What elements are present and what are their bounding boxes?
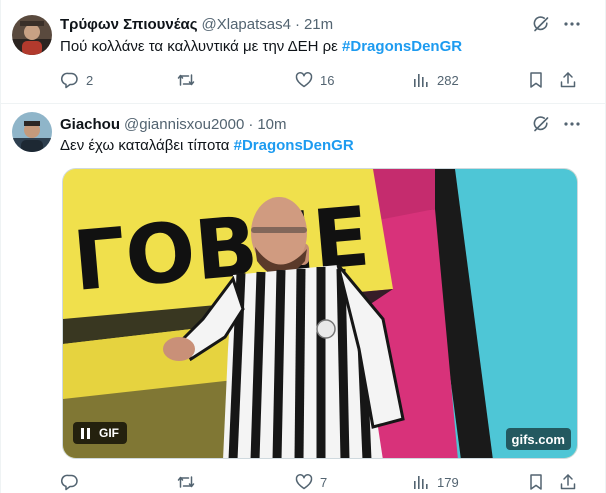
views-button[interactable]: 179 (411, 472, 459, 492)
avatar-image (12, 112, 52, 152)
share-icon (560, 72, 576, 88)
bookmark-button[interactable] (526, 472, 546, 492)
views-icon (414, 476, 428, 489)
repost-icon (177, 476, 195, 488)
views-button[interactable]: 282 (411, 70, 459, 90)
reply-button[interactable] (60, 472, 86, 492)
bookmark-icon (530, 72, 542, 88)
repost-button[interactable] (176, 472, 202, 492)
hashtag-link[interactable]: #DragonsDenGR (342, 38, 462, 55)
separator-dot: · (248, 115, 254, 133)
like-button[interactable]: 7 (294, 472, 327, 492)
separator-dot: · (294, 15, 300, 33)
gif-badge[interactable]: GIF (73, 422, 127, 444)
timestamp[interactable]: 21m (304, 16, 333, 33)
tweet[interactable]: Giachou @giannisxou2000 · 10m Δεν έχω κα… (0, 104, 606, 493)
avatar[interactable] (12, 15, 52, 55)
more-icon[interactable] (562, 114, 582, 134)
like-icon (295, 474, 313, 490)
author-handle[interactable]: @Xlapatsas4 (202, 16, 291, 33)
tweet-actions: 2 16 282 (60, 70, 580, 90)
tweet-header: Giachou @giannisxou2000 · 10m (60, 114, 287, 134)
gif-source-watermark: gifs.com (505, 428, 571, 450)
hashtag-link[interactable]: #DragonsDenGR (234, 137, 354, 154)
views-icon (414, 74, 428, 87)
view-count: 179 (437, 474, 459, 490)
author-name[interactable]: Giachou (60, 116, 120, 133)
reply-button[interactable]: 2 (60, 70, 93, 90)
like-count: 7 (320, 474, 328, 490)
bookmark-button[interactable] (526, 70, 546, 90)
share-icon (560, 474, 576, 490)
timestamp[interactable]: 10m (257, 116, 286, 133)
tweet-text-body: Πού κολλάνε τα καλλυντικά με την ΔΕΗ ρε (60, 38, 343, 55)
reply-count: 2 (86, 72, 94, 88)
tweet-text: Πού κολλάνε τα καλλυντικά με την ΔΕΗ ρε … (60, 37, 462, 57)
gif-label: GIF (99, 426, 119, 440)
share-button[interactable] (558, 70, 578, 90)
grok-icon[interactable] (531, 114, 551, 134)
like-icon (295, 72, 313, 88)
like-count: 16 (320, 72, 335, 88)
repost-button[interactable] (176, 70, 202, 90)
pause-icon[interactable] (79, 427, 91, 439)
avatar[interactable] (12, 112, 52, 152)
tweet-text-body: Δεν έχω καταλάβει τίποτα (60, 137, 234, 154)
tweet-text: Δεν έχω καταλάβει τίποτα #DragonsDenGR (60, 136, 354, 156)
tweet-actions: 7 179 (60, 472, 580, 492)
author-handle[interactable]: @giannisxou2000 (124, 116, 244, 133)
repost-icon (177, 74, 195, 86)
share-button[interactable] (558, 472, 578, 492)
avatar-image (12, 15, 52, 55)
tweet-header: Τρύφων Σπιουνέας @Xlapatsas4 · 21m (60, 14, 333, 34)
gif-media[interactable]: ΓΟΒΕΕ GIF gifs.com (62, 168, 578, 459)
view-count: 282 (437, 72, 459, 88)
more-icon[interactable] (562, 14, 582, 34)
like-button[interactable]: 16 (294, 70, 334, 90)
author-name[interactable]: Τρύφων Σπιουνέας (60, 16, 198, 33)
bookmark-icon (530, 474, 542, 490)
reply-icon (60, 72, 78, 89)
tweet[interactable]: Τρύφων Σπιουνέας @Xlapatsas4 · 21m Πού κ… (0, 0, 606, 104)
gif-frame: ΓΟΒΕΕ (63, 169, 577, 458)
grok-icon[interactable] (531, 14, 551, 34)
reply-icon (60, 474, 78, 491)
